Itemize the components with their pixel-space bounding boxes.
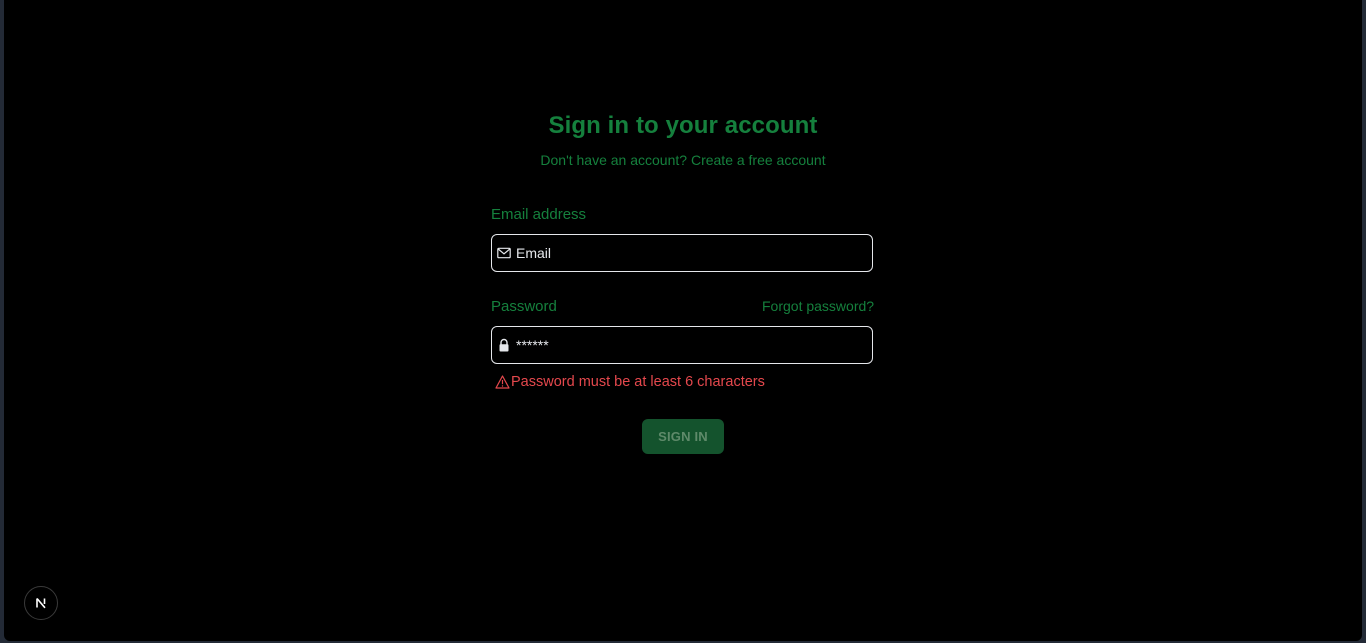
password-label: Password: [491, 298, 557, 315]
password-field[interactable]: [491, 326, 873, 364]
nextjs-logo-icon: [36, 597, 46, 609]
password-error-text: Password must be at least 6 characters: [511, 374, 765, 390]
create-account-link[interactable]: Create a free account: [691, 152, 826, 168]
forgot-password-link[interactable]: Forgot password?: [762, 298, 874, 314]
signup-prompt: Don't have an account? Create a free acc…: [4, 152, 1362, 168]
password-error: Password must be at least 6 characters: [495, 374, 765, 390]
lock-icon: [499, 338, 509, 352]
warning-icon: [495, 375, 510, 389]
email-field[interactable]: [491, 234, 873, 272]
nextjs-devtools-button[interactable]: [24, 586, 58, 620]
page-frame: Sign in to your account Don't have an ac…: [4, 0, 1362, 641]
email-label: Email address: [491, 206, 587, 223]
mail-icon: [497, 247, 511, 259]
signup-prompt-text: Don't have an account?: [540, 152, 688, 168]
email-input[interactable]: [516, 235, 866, 271]
sign-in-button[interactable]: SIGN IN: [642, 419, 724, 454]
password-input[interactable]: [516, 327, 866, 363]
page-title: Sign in to your account: [548, 112, 818, 139]
